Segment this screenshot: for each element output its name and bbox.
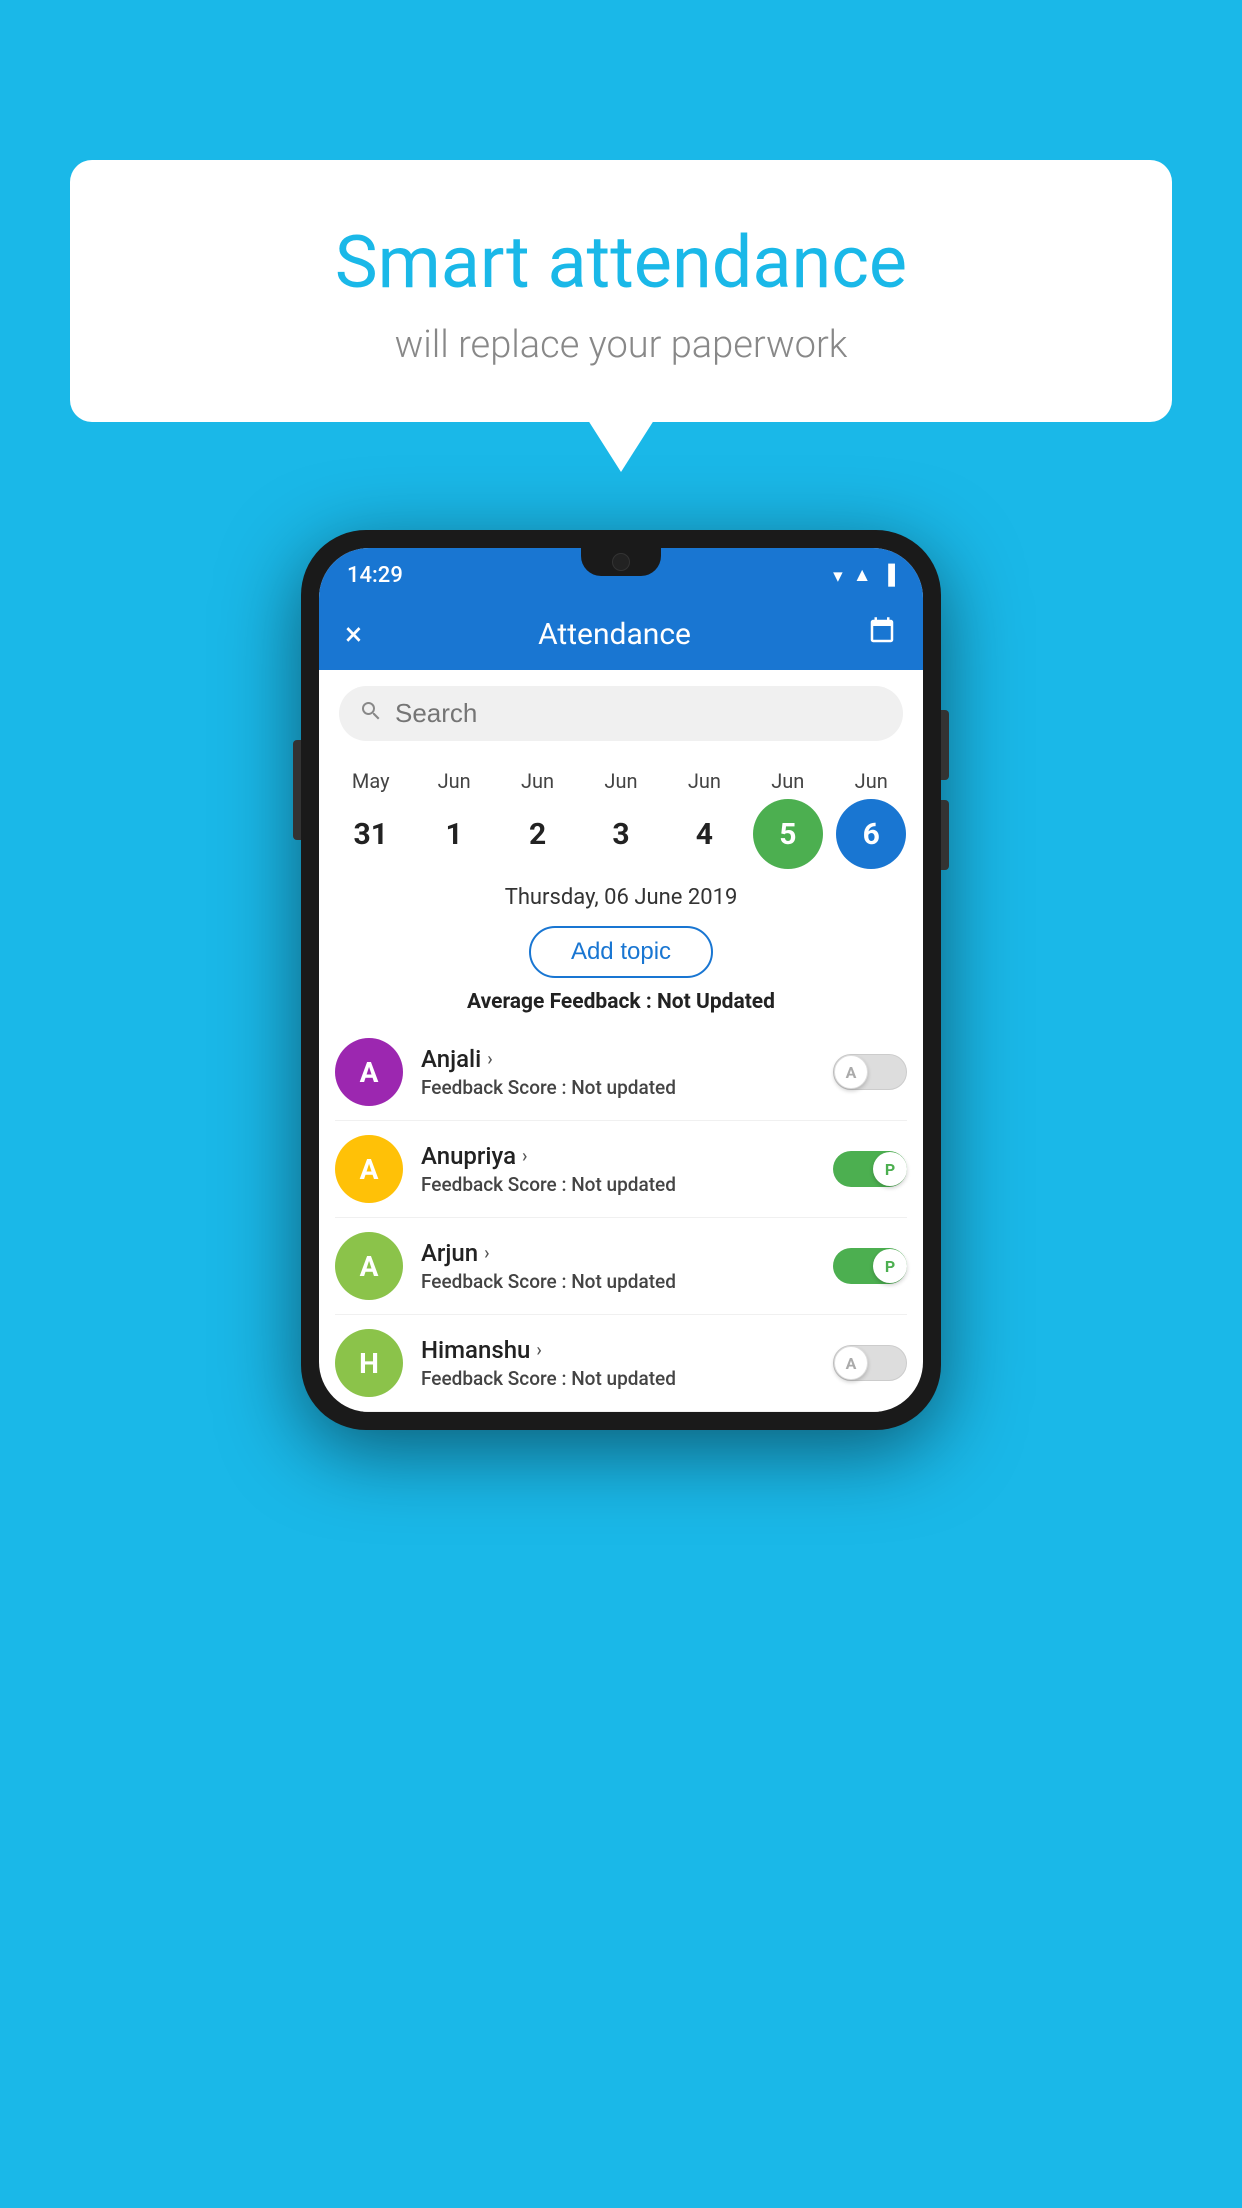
- student-avatar: A: [335, 1232, 403, 1300]
- avg-feedback-label: Average Feedback :: [467, 990, 657, 1014]
- feedback-score-value: Not updated: [571, 1270, 676, 1293]
- wifi-icon: ▾: [833, 564, 843, 587]
- feedback-score-value: Not updated: [571, 1076, 676, 1099]
- calendar-day[interactable]: Jun 1: [414, 769, 494, 869]
- cal-month-label: Jun: [521, 769, 554, 793]
- student-avatar: A: [335, 1135, 403, 1203]
- student-row: A Anupriya › Feedback Score : Not update…: [335, 1121, 907, 1218]
- student-row: A Arjun › Feedback Score : Not updated P: [335, 1218, 907, 1315]
- cal-month-label: Jun: [688, 769, 721, 793]
- cal-day-number[interactable]: 2: [503, 799, 573, 869]
- speech-bubble-container: Smart attendance will replace your paper…: [70, 160, 1172, 422]
- student-info: Anjali › Feedback Score : Not updated: [421, 1045, 823, 1099]
- calendar-day[interactable]: Jun 2: [498, 769, 578, 869]
- feedback-score: Feedback Score : Not updated: [421, 1173, 823, 1196]
- battery-icon: ▐: [882, 563, 895, 587]
- power-button[interactable]: [293, 740, 301, 840]
- cal-month-label: Jun: [604, 769, 637, 793]
- student-row: A Anjali › Feedback Score : Not updated …: [335, 1024, 907, 1121]
- speech-bubble-subtitle: will replace your paperwork: [120, 323, 1122, 367]
- volume-down-button[interactable]: [941, 800, 949, 870]
- calendar-day[interactable]: May 31: [331, 769, 411, 869]
- cal-day-number[interactable]: 6: [836, 799, 906, 869]
- calendar-day[interactable]: Jun 4: [664, 769, 744, 869]
- calendar-strip: May 31 Jun 1 Jun 2 Jun 3 Jun 4 Jun 5 Jun…: [319, 757, 923, 869]
- feedback-score-label: Feedback Score :: [421, 1173, 571, 1196]
- toggle-switch[interactable]: A: [833, 1345, 907, 1381]
- calendar-day[interactable]: Jun 6: [831, 769, 911, 869]
- attendance-toggle[interactable]: A: [833, 1054, 907, 1090]
- feedback-score-label: Feedback Score :: [421, 1367, 571, 1390]
- feedback-score-value: Not updated: [571, 1173, 676, 1196]
- attendance-toggle[interactable]: A: [833, 1345, 907, 1381]
- calendar-day[interactable]: Jun 5: [748, 769, 828, 869]
- student-row: H Himanshu › Feedback Score : Not update…: [335, 1315, 907, 1412]
- cal-day-number[interactable]: 5: [753, 799, 823, 869]
- front-camera: [612, 553, 630, 571]
- search-icon: [359, 699, 383, 729]
- volume-up-button[interactable]: [941, 710, 949, 780]
- feedback-score-label: Feedback Score :: [421, 1076, 571, 1099]
- close-button[interactable]: ×: [345, 615, 362, 653]
- search-bar[interactable]: [339, 686, 903, 741]
- cal-day-number[interactable]: 3: [586, 799, 656, 869]
- date-header: Thursday, 06 June 2019: [319, 869, 923, 918]
- feedback-score: Feedback Score : Not updated: [421, 1270, 823, 1293]
- phone-screen: 14:29 ▾ ▲ ▐ × Attendance: [319, 548, 923, 1412]
- feedback-score-label: Feedback Score :: [421, 1270, 571, 1293]
- average-feedback: Average Feedback : Not Updated: [319, 990, 923, 1014]
- phone-frame: 14:29 ▾ ▲ ▐ × Attendance: [301, 530, 941, 1430]
- cal-month-label: May: [352, 769, 390, 793]
- chevron-right-icon: ›: [536, 1340, 541, 1361]
- signal-icon: ▲: [853, 563, 872, 587]
- app-bar: × Attendance: [319, 598, 923, 670]
- toggle-switch[interactable]: P: [833, 1151, 907, 1187]
- student-avatar: H: [335, 1329, 403, 1397]
- chevron-right-icon: ›: [487, 1049, 492, 1070]
- chevron-right-icon: ›: [484, 1243, 489, 1264]
- status-time: 14:29: [347, 563, 403, 588]
- cal-month-label: Jun: [438, 769, 471, 793]
- student-info: Himanshu › Feedback Score : Not updated: [421, 1336, 823, 1390]
- cal-day-number[interactable]: 4: [669, 799, 739, 869]
- speech-bubble: Smart attendance will replace your paper…: [70, 160, 1172, 422]
- attendance-toggle[interactable]: P: [833, 1248, 907, 1284]
- cal-day-number[interactable]: 31: [336, 799, 406, 869]
- student-name[interactable]: Anupriya ›: [421, 1142, 823, 1170]
- cal-month-label: Jun: [855, 769, 888, 793]
- avg-feedback-value: Not Updated: [657, 990, 775, 1014]
- notch: [581, 548, 661, 576]
- attendance-toggle[interactable]: P: [833, 1151, 907, 1187]
- toggle-thumb: A: [834, 1346, 868, 1380]
- toggle-thumb: A: [834, 1055, 868, 1089]
- calendar-icon[interactable]: [867, 616, 897, 653]
- cal-month-label: Jun: [771, 769, 804, 793]
- student-name[interactable]: Arjun ›: [421, 1239, 823, 1267]
- student-info: Arjun › Feedback Score : Not updated: [421, 1239, 823, 1293]
- student-name[interactable]: Anjali ›: [421, 1045, 823, 1073]
- calendar-day[interactable]: Jun 3: [581, 769, 661, 869]
- status-icons: ▾ ▲ ▐: [833, 563, 895, 587]
- toggle-switch[interactable]: A: [833, 1054, 907, 1090]
- toggle-thumb: P: [873, 1152, 907, 1186]
- student-info: Anupriya › Feedback Score : Not updated: [421, 1142, 823, 1196]
- add-topic-button[interactable]: Add topic: [529, 926, 713, 978]
- student-name[interactable]: Himanshu ›: [421, 1336, 823, 1364]
- toggle-thumb: P: [873, 1249, 907, 1283]
- app-bar-title: Attendance: [538, 617, 691, 652]
- feedback-score: Feedback Score : Not updated: [421, 1367, 823, 1390]
- student-avatar: A: [335, 1038, 403, 1106]
- chevron-right-icon: ›: [522, 1146, 527, 1167]
- toggle-switch[interactable]: P: [833, 1248, 907, 1284]
- phone-container: 14:29 ▾ ▲ ▐ × Attendance: [301, 530, 941, 1430]
- feedback-score: Feedback Score : Not updated: [421, 1076, 823, 1099]
- speech-bubble-title: Smart attendance: [120, 220, 1122, 305]
- feedback-score-value: Not updated: [571, 1367, 676, 1390]
- search-input[interactable]: [395, 698, 883, 729]
- cal-day-number[interactable]: 1: [419, 799, 489, 869]
- student-list: A Anjali › Feedback Score : Not updated …: [319, 1024, 923, 1412]
